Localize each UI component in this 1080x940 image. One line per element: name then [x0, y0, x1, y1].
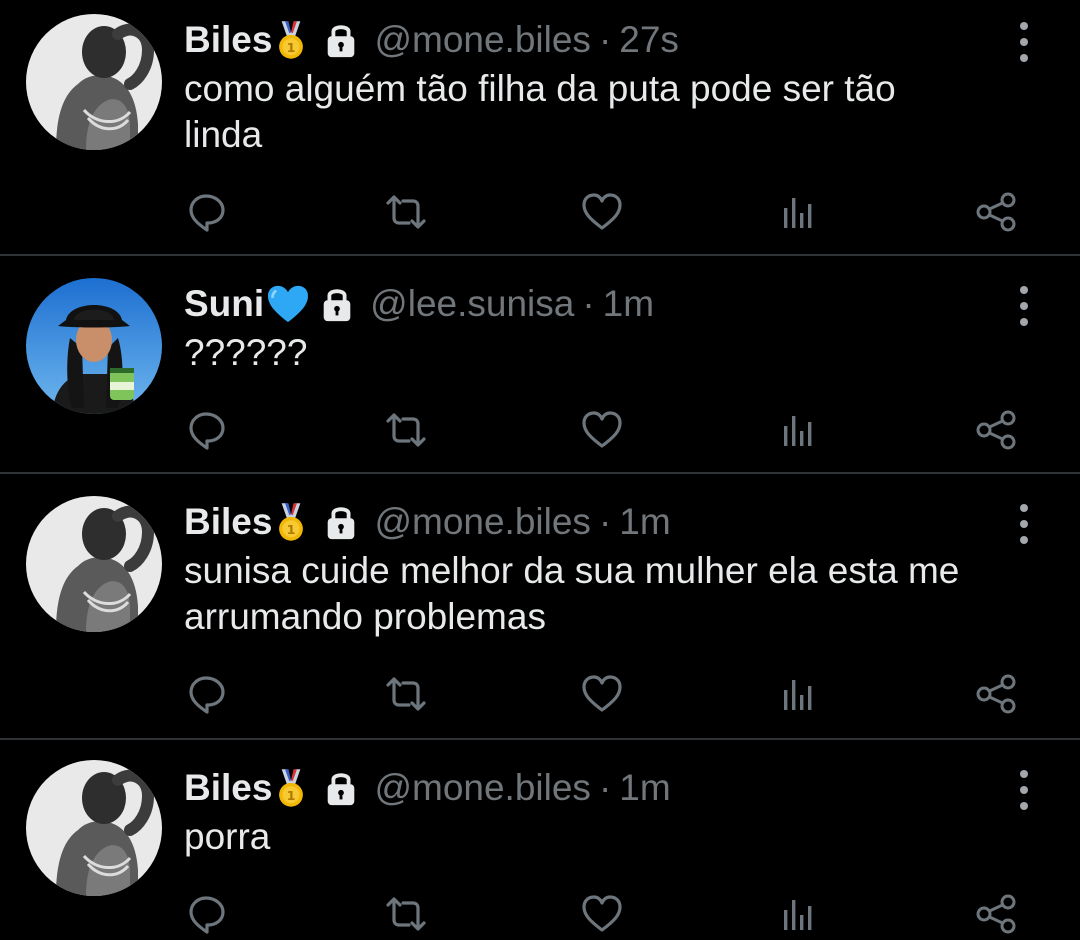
more-options-icon[interactable]	[1014, 286, 1034, 326]
action-bar	[0, 892, 1080, 936]
tweet-text: como alguém tão filha da puta pode ser t…	[184, 68, 896, 155]
separator-dot: ·	[598, 19, 612, 60]
display-name[interactable]: Suni	[184, 280, 264, 328]
gold-medal-icon	[274, 19, 308, 61]
tweet-text: sunisa cuide melhor da sua mulher ela es…	[184, 550, 960, 637]
retweet-icon[interactable]	[384, 190, 428, 234]
lock-icon	[322, 769, 360, 807]
views-icon[interactable]	[776, 408, 820, 452]
avatar-image	[26, 278, 162, 414]
blue-heart-icon	[266, 284, 310, 324]
gold-medal-icon	[274, 501, 308, 543]
more-options-icon[interactable]	[1014, 22, 1034, 62]
more-options-icon[interactable]	[1014, 504, 1034, 544]
action-bar	[0, 672, 1080, 716]
display-name[interactable]: Biles	[184, 764, 272, 812]
avatar-image	[26, 496, 162, 632]
like-icon[interactable]	[580, 408, 624, 452]
avatar[interactable]	[26, 14, 162, 150]
action-bar	[0, 408, 1080, 452]
reply-icon[interactable]	[186, 190, 230, 234]
share-icon[interactable]	[974, 892, 1018, 936]
avatar[interactable]	[26, 278, 162, 414]
like-icon[interactable]	[580, 672, 624, 716]
like-icon[interactable]	[580, 190, 624, 234]
handle[interactable]: @mone.biles	[374, 16, 591, 64]
lock-icon	[322, 21, 360, 59]
display-name[interactable]: Biles	[184, 498, 272, 546]
tweet[interactable]: Biles @mone.biles · 1m sunisa cuide melh…	[0, 474, 1080, 738]
avatar-image	[26, 760, 162, 896]
tweet-header: Suni @lee.sunisa · 1m	[184, 280, 654, 328]
tweet[interactable]: Biles @mone.biles · 1m porra	[0, 740, 1080, 940]
reply-icon[interactable]	[186, 408, 230, 452]
tweet-header: Biles @mone.biles · 1m	[184, 498, 671, 546]
avatar[interactable]	[26, 760, 162, 896]
views-icon[interactable]	[776, 190, 820, 234]
handle[interactable]: @mone.biles	[374, 764, 591, 812]
lock-icon	[322, 503, 360, 541]
handle[interactable]: @lee.sunisa	[370, 280, 574, 328]
like-icon[interactable]	[580, 892, 624, 936]
retweet-icon[interactable]	[384, 408, 428, 452]
more-options-icon[interactable]	[1014, 770, 1034, 810]
tweet-text: porra	[184, 816, 271, 857]
lock-icon	[318, 285, 356, 323]
reply-icon[interactable]	[186, 892, 230, 936]
timestamp[interactable]: 1m	[619, 498, 670, 546]
timestamp[interactable]: 1m	[619, 764, 670, 812]
avatar[interactable]	[26, 496, 162, 632]
tweet[interactable]: Biles @mone.biles · 27s como alguém tão …	[0, 0, 1080, 254]
retweet-icon[interactable]	[384, 892, 428, 936]
share-icon[interactable]	[974, 672, 1018, 716]
views-icon[interactable]	[776, 672, 820, 716]
share-icon[interactable]	[974, 190, 1018, 234]
gold-medal-icon	[274, 767, 308, 809]
reply-icon[interactable]	[186, 672, 230, 716]
tweet[interactable]: Suni @lee.sunisa · 1m ??????	[0, 256, 1080, 472]
action-bar	[0, 190, 1080, 234]
separator-dot: ·	[598, 767, 612, 808]
avatar-image	[26, 14, 162, 150]
retweet-icon[interactable]	[384, 672, 428, 716]
separator-dot: ·	[582, 283, 595, 324]
views-icon[interactable]	[776, 892, 820, 936]
display-name[interactable]: Biles	[184, 16, 272, 64]
separator-dot: ·	[598, 501, 612, 542]
tweet-header: Biles @mone.biles · 1m	[184, 764, 671, 812]
timestamp[interactable]: 27s	[619, 16, 679, 64]
tweet-text: ??????	[184, 332, 308, 373]
timestamp[interactable]: 1m	[603, 280, 654, 328]
share-icon[interactable]	[974, 408, 1018, 452]
tweet-header: Biles @mone.biles · 27s	[184, 16, 679, 64]
handle[interactable]: @mone.biles	[374, 498, 591, 546]
